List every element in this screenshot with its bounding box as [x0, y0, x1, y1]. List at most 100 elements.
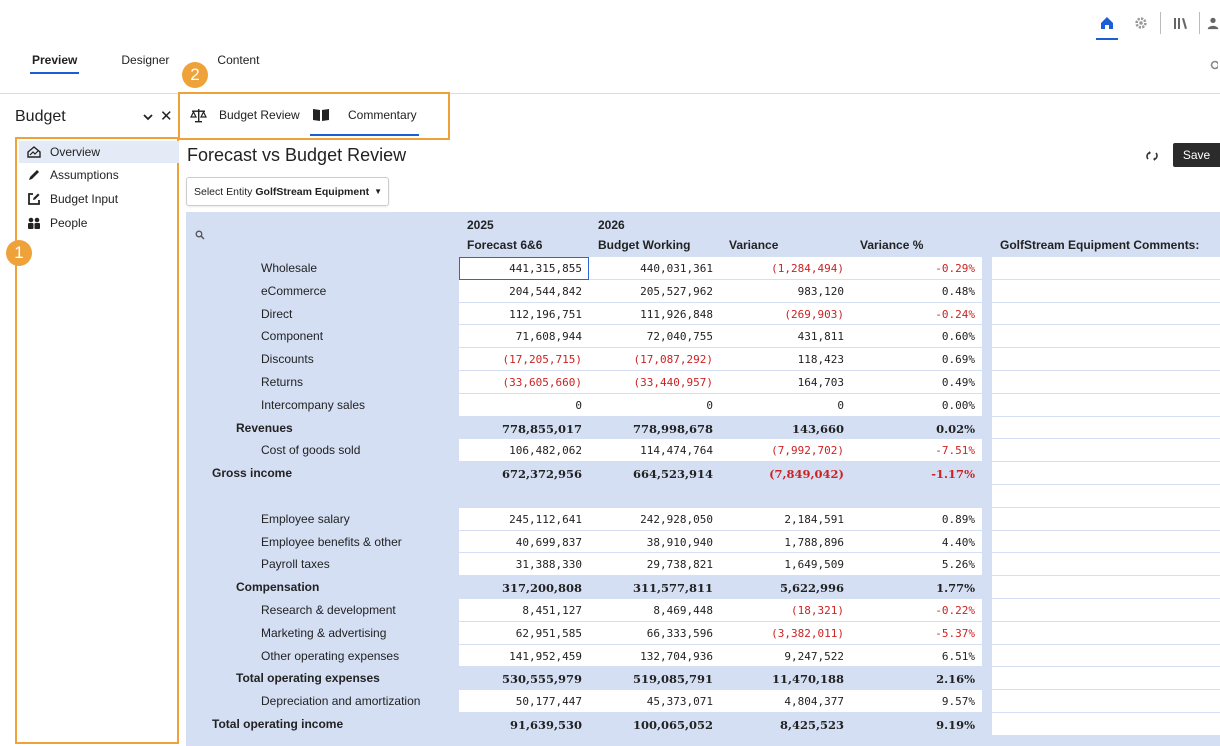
- entity-select[interactable]: Select Entity GolfStream Equipment ▼: [186, 177, 389, 206]
- table-cell[interactable]: 114,474,764: [640, 444, 713, 457]
- table-cell: (3,382,011): [771, 626, 844, 640]
- comment-cell[interactable]: [992, 348, 1220, 371]
- table-cell[interactable]: 0: [575, 399, 582, 412]
- tab-preview[interactable]: Preview: [29, 53, 80, 74]
- table-cell[interactable]: 204,544,842: [509, 285, 582, 298]
- comment-cell[interactable]: [992, 599, 1220, 622]
- table-cell[interactable]: 440,031,361: [640, 262, 713, 275]
- library-icon[interactable]: [1167, 10, 1193, 36]
- row-label: Returns: [261, 375, 304, 389]
- eye-icon[interactable]: [1208, 60, 1218, 70]
- row-divider: [459, 712, 982, 713]
- table-cell[interactable]: (17,205,715): [503, 353, 582, 366]
- tab-budget-review[interactable]: Budget Review: [190, 100, 300, 130]
- tab-commentary[interactable]: Commentary: [310, 100, 419, 136]
- nav-item-overview[interactable]: Overview: [19, 141, 179, 163]
- comment-cell[interactable]: [992, 530, 1220, 554]
- table-cell: 4.40%: [941, 535, 975, 549]
- table-cell[interactable]: 205,527,962: [640, 285, 713, 298]
- table-cell: -1.17%: [931, 467, 975, 482]
- row-label: Total operating income: [212, 717, 344, 731]
- table-cell: (7,849,042): [769, 467, 844, 482]
- table-cell: -0.29%: [935, 262, 975, 275]
- table-cell[interactable]: 40,699,837: [516, 536, 582, 549]
- comment-cell[interactable]: [992, 371, 1220, 394]
- user-icon[interactable]: [1206, 10, 1220, 36]
- row-divider: [459, 666, 982, 668]
- table-cell[interactable]: 106,482,062: [509, 444, 582, 457]
- refresh-icon[interactable]: [1146, 150, 1158, 162]
- year-header-2025: 2025: [467, 218, 494, 232]
- nav-item-people[interactable]: People: [19, 212, 179, 234]
- row-label: Employee salary: [261, 511, 350, 526]
- table-cell[interactable]: 38,910,940: [647, 536, 713, 549]
- comment-cell[interactable]: [992, 325, 1220, 349]
- comment-cell[interactable]: [992, 621, 1220, 645]
- nav-item-budget-input[interactable]: Budget Input: [19, 188, 179, 210]
- comment-cell[interactable]: [992, 439, 1220, 463]
- comment-cell[interactable]: [992, 507, 1220, 531]
- table-cell: -7.51%: [935, 444, 975, 458]
- tab-content[interactable]: Content: [217, 53, 259, 74]
- comment-cell[interactable]: [992, 644, 1220, 668]
- nav-item-label: People: [50, 216, 88, 230]
- comment-cell[interactable]: [992, 393, 1220, 417]
- table-cell[interactable]: 141,952,459: [509, 650, 582, 663]
- table-cell: (1,284,494): [771, 262, 844, 275]
- table-cell[interactable]: 242,928,050: [640, 513, 713, 526]
- comment-cell[interactable]: [992, 279, 1220, 303]
- entity-select-value: GolfStream Equipment: [255, 185, 370, 198]
- comment-cell[interactable]: [992, 462, 1220, 485]
- row-label: Other operating expenses: [261, 648, 400, 663]
- comment-cell[interactable]: [992, 302, 1220, 326]
- table-cell[interactable]: 132,704,936: [640, 650, 713, 663]
- comment-cell[interactable]: [992, 667, 1220, 691]
- tab-designer[interactable]: Designer: [121, 53, 169, 74]
- comment-cell[interactable]: [992, 690, 1220, 713]
- row-label: Component: [261, 329, 324, 344]
- gear-icon[interactable]: [1128, 10, 1154, 36]
- table-cell[interactable]: 112,196,751: [509, 308, 582, 321]
- comment-cell[interactable]: [992, 576, 1220, 599]
- comment-cell[interactable]: [992, 416, 1220, 440]
- table-cell: 0: [837, 398, 844, 412]
- table-cell[interactable]: 8,451,127: [522, 604, 582, 617]
- top-toolbar: [1094, 10, 1220, 40]
- table-cell[interactable]: (17,087,292): [634, 353, 713, 366]
- table-cell[interactable]: 0: [706, 399, 713, 412]
- row-label: Marketing & advertising: [261, 625, 387, 640]
- table-cell[interactable]: 111,926,848: [640, 308, 713, 321]
- close-icon[interactable]: ✕: [160, 109, 173, 124]
- table-cell[interactable]: 62,951,585: [516, 627, 582, 640]
- nav-item-assumptions[interactable]: Assumptions: [19, 164, 179, 186]
- table-cell: 2.16%: [936, 672, 975, 687]
- tab-label: Budget Review: [219, 108, 300, 122]
- table-cell[interactable]: 245,112,641: [509, 513, 582, 526]
- selected-cell[interactable]: [459, 257, 589, 280]
- table-cell[interactable]: 71,608,944: [516, 330, 582, 343]
- table-cell: 5.26%: [941, 558, 975, 572]
- save-button[interactable]: Save: [1173, 143, 1220, 167]
- search-icon[interactable]: [195, 230, 205, 240]
- table-cell[interactable]: 66,333,596: [647, 627, 713, 640]
- chevron-down-icon[interactable]: [142, 111, 154, 123]
- table-cell: 118,423: [797, 353, 844, 367]
- table-cell: 1,788,896: [784, 535, 844, 549]
- table-cell[interactable]: (33,440,957): [634, 376, 713, 389]
- home-icon[interactable]: [1094, 10, 1120, 40]
- table-cell[interactable]: 29,738,821: [647, 558, 713, 571]
- house-chart-icon: [27, 145, 41, 159]
- table-cell[interactable]: 8,469,448: [653, 604, 713, 617]
- comment-cell[interactable]: [992, 553, 1220, 577]
- nav-item-label: Overview: [50, 145, 101, 159]
- comment-cell[interactable]: [992, 485, 1220, 508]
- page-title: Forecast vs Budget Review: [187, 145, 407, 165]
- table-cell[interactable]: 45,373,071: [647, 695, 713, 708]
- comment-cell[interactable]: [992, 257, 1220, 280]
- comment-cell[interactable]: [992, 713, 1220, 736]
- table-cell[interactable]: 72,040,755: [647, 330, 713, 343]
- row-label: Intercompany sales: [261, 397, 366, 412]
- table-cell[interactable]: (33,605,660): [503, 376, 582, 389]
- table-cell[interactable]: 31,388,330: [516, 558, 582, 571]
- table-cell[interactable]: 50,177,447: [516, 695, 582, 708]
